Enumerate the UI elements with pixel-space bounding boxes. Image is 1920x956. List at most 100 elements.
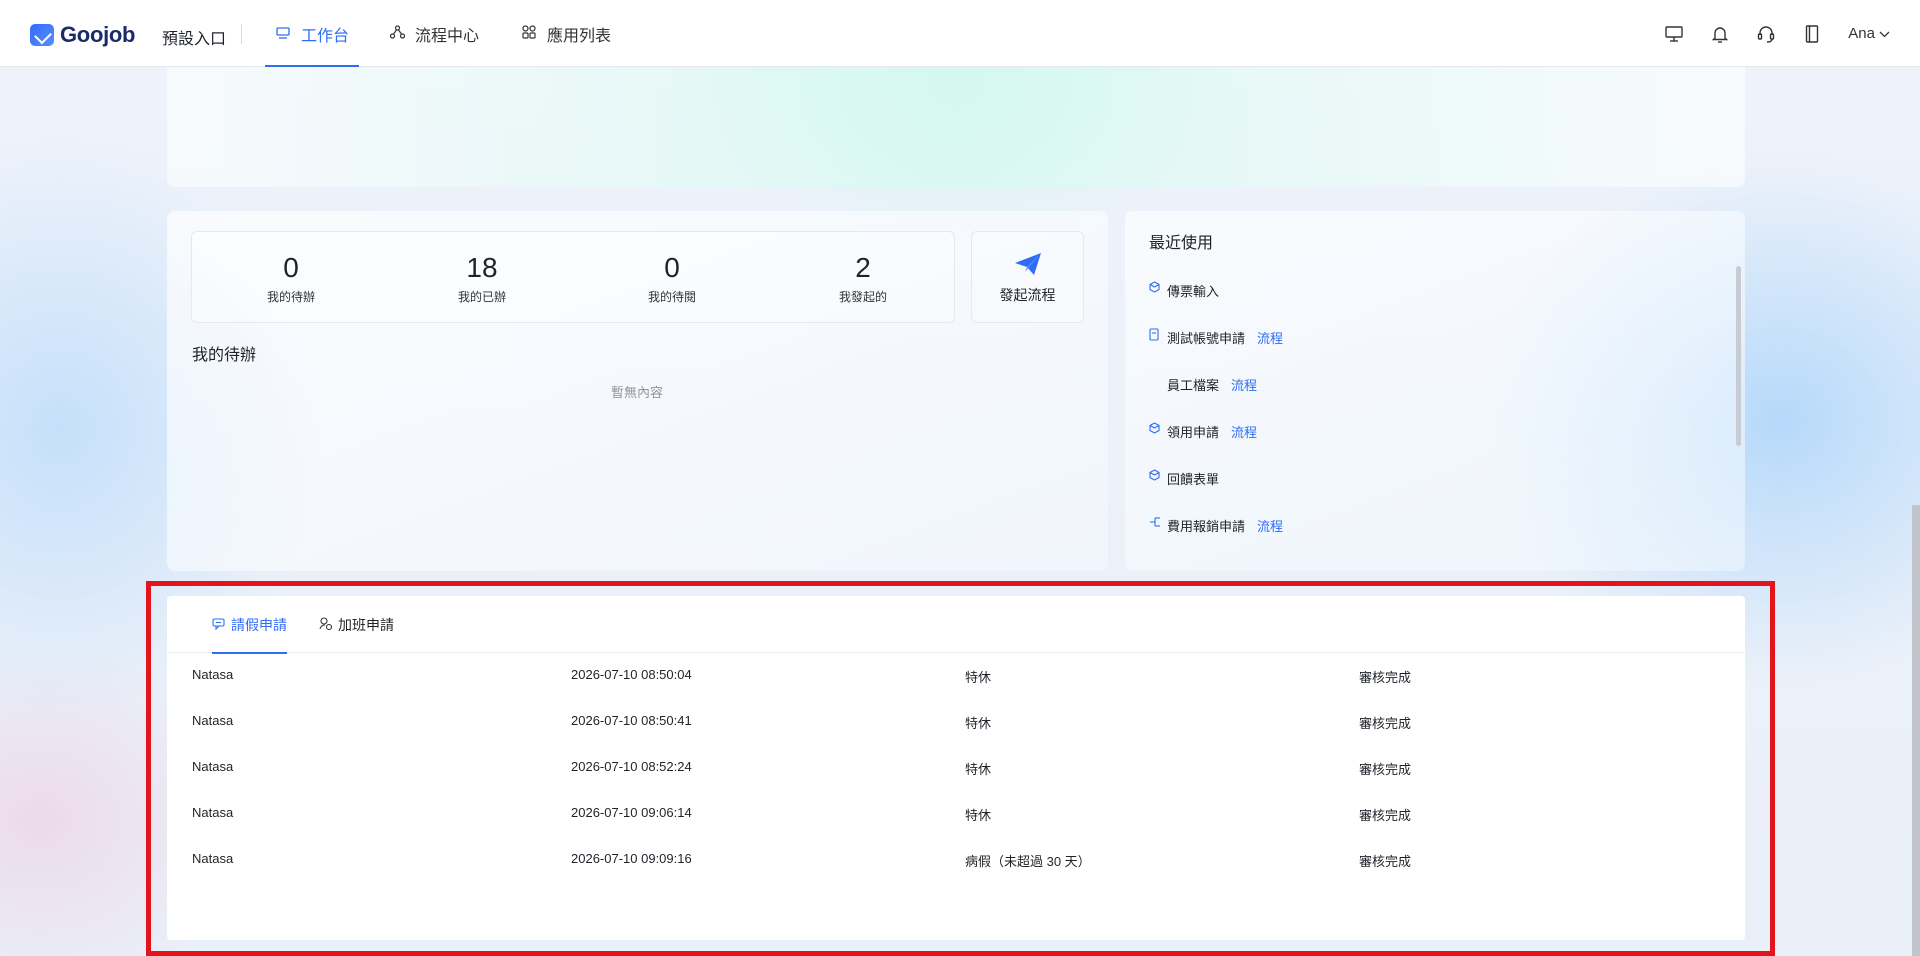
stat-label: 我發起的 <box>838 290 887 304</box>
tab-label: 加班申請 <box>338 616 394 633</box>
todo-title: 我的待辦 <box>192 347 257 364</box>
recent-list: 傳票輸入 測試帳號申請 流程 員工檔案 流程 領用申請 流程 回饋表單 費用報銷… <box>1149 281 1719 563</box>
launch-label: 發起流程 <box>999 287 1056 303</box>
recent-item[interactable]: 傳票輸入 <box>1149 281 1719 328</box>
chevron-down-icon <box>1879 25 1890 42</box>
cell-status: 審核完成 <box>1359 762 1412 777</box>
leave-table-panel: 請假申請 加班申請 Natasa 2026-07-10 08:50:04 特休 … <box>167 596 1745 940</box>
chat-icon <box>212 617 225 633</box>
form-icon <box>1149 328 1161 342</box>
tab-label: 請假申請 <box>231 616 287 633</box>
cell-status: 審核完成 <box>1359 808 1412 823</box>
tab-overtime-request[interactable]: 加班申請 <box>319 596 394 653</box>
recent-item-label: 回饋表單 <box>1167 472 1220 487</box>
stat-my-todo[interactable]: 0 我的待辦 <box>231 252 351 305</box>
stat-label: 我的已辦 <box>457 290 506 304</box>
tree-icon <box>1149 516 1161 530</box>
recent-item-label: 傳票輸入 <box>1167 284 1220 299</box>
recent-card: 最近使用 傳票輸入 測試帳號申請 流程 員工檔案 流程 領用申請 流程 回饋表單… <box>1125 211 1745 571</box>
launch-process-button[interactable]: 發起流程 <box>971 231 1084 323</box>
banner-card <box>167 67 1745 187</box>
recent-item[interactable]: 費用報銷申請 流程 <box>1149 516 1719 563</box>
stat-value: 0 <box>664 252 680 283</box>
tab-leave-request[interactable]: 請假申請 <box>212 596 287 654</box>
table-row[interactable]: Natasa 2026-07-10 09:09:16 病假（未超過 30 天） … <box>167 838 1745 884</box>
logo[interactable]: Goojob <box>30 22 135 48</box>
cell-status: 審核完成 <box>1359 716 1412 731</box>
page-scrollbar[interactable] <box>1912 505 1920 956</box>
grid-icon <box>521 25 537 42</box>
cube-icon <box>1149 469 1161 483</box>
table-rows: Natasa 2026-07-10 08:50:04 特休 審核完成 Natas… <box>167 654 1745 884</box>
cell-time: 2026-07-10 08:50:41 <box>571 713 692 728</box>
cell-name: Natasa <box>192 713 234 728</box>
cell-time: 2026-07-10 09:06:14 <box>571 805 692 820</box>
table-row[interactable]: Natasa 2026-07-10 08:52:24 特休 審核完成 <box>167 746 1745 792</box>
process-tag: 流程 <box>1231 378 1258 393</box>
table-row[interactable]: Natasa 2026-07-10 08:50:41 特休 審核完成 <box>167 700 1745 746</box>
recent-title: 最近使用 <box>1149 235 1214 252</box>
cell-time: 2026-07-10 09:09:16 <box>571 851 692 866</box>
process-tag: 流程 <box>1257 331 1284 346</box>
cell-time: 2026-07-10 08:52:24 <box>571 759 692 774</box>
top-nav-bar: Goojob 預設入口 工作台 流程中心 應用列表 Ana <box>0 0 1920 67</box>
stat-value: 0 <box>283 252 299 283</box>
stat-value: 2 <box>855 252 871 283</box>
stat-my-done[interactable]: 18 我的已辦 <box>422 252 542 305</box>
cell-name: Natasa <box>192 759 234 774</box>
headset-icon[interactable] <box>1756 24 1776 44</box>
cell-type: 病假（未超過 30 天） <box>965 854 1091 869</box>
table-row[interactable]: Natasa 2026-07-10 08:50:04 特休 審核完成 <box>167 654 1745 700</box>
process-tag: 流程 <box>1231 425 1258 440</box>
toolbar-right: Ana <box>1664 0 1890 67</box>
nav-app-list[interactable]: 應用列表 <box>521 0 611 67</box>
cell-time: 2026-07-10 08:50:04 <box>571 667 692 682</box>
stats-summary: 0 我的待辦 18 我的已辦 0 我的待閱 2 我發起的 <box>191 231 955 323</box>
stat-value: 18 <box>466 252 498 283</box>
recent-item-label: 員工檔案 <box>1167 378 1220 393</box>
recent-scrollbar[interactable] <box>1736 266 1741 446</box>
bell-icon[interactable] <box>1710 24 1730 44</box>
user-clock-icon <box>319 616 333 633</box>
recent-item-label: 測試帳號申請 <box>1167 331 1246 346</box>
process-tag: 流程 <box>1257 519 1284 534</box>
recent-item-label: 領用申請 <box>1167 425 1220 440</box>
recent-item[interactable]: 領用申請 流程 <box>1149 422 1719 469</box>
cube-icon <box>1149 281 1161 295</box>
desktop-icon[interactable] <box>1664 24 1684 44</box>
table-row[interactable]: Natasa 2026-07-10 09:06:14 特休 審核完成 <box>167 792 1745 838</box>
recent-item[interactable]: 員工檔案 流程 <box>1149 375 1719 422</box>
stat-label: 我的待閱 <box>647 290 696 304</box>
cell-status: 審核完成 <box>1359 670 1412 685</box>
tab-bar: 請假申請 加班申請 <box>167 596 1745 654</box>
cell-type: 特休 <box>965 808 992 823</box>
nav-process-center[interactable]: 流程中心 <box>389 0 479 67</box>
nav-label: 工作台 <box>300 27 349 45</box>
stat-label: 我的待辦 <box>266 290 315 304</box>
default-entry-button[interactable]: 預設入口 <box>162 25 226 49</box>
flow-icon <box>389 25 405 42</box>
user-name: Ana <box>1848 25 1875 42</box>
user-menu[interactable]: Ana <box>1848 25 1890 42</box>
stat-my-toread[interactable]: 0 我的待閱 <box>612 252 732 305</box>
recent-item[interactable]: 測試帳號申請 流程 <box>1149 328 1719 375</box>
recent-item[interactable]: 回饋表單 <box>1149 469 1719 516</box>
cube-icon <box>1149 422 1161 436</box>
cell-status: 審核完成 <box>1359 854 1412 869</box>
book-icon[interactable] <box>1802 24 1822 44</box>
stats-card: 0 我的待辦 18 我的已辦 0 我的待閱 2 我發起的 發起流程 我的待辦 暫… <box>167 211 1108 571</box>
nav-workbench[interactable]: 工作台 <box>265 0 359 67</box>
cell-name: Natasa <box>192 805 234 820</box>
recent-item-label: 費用報銷申請 <box>1167 519 1246 534</box>
divider <box>241 24 242 44</box>
cell-name: Natasa <box>192 851 234 866</box>
cell-type: 特休 <box>965 762 992 777</box>
stat-my-initiated[interactable]: 2 我發起的 <box>803 252 923 305</box>
logo-icon <box>30 24 54 46</box>
cell-type: 特休 <box>965 670 992 685</box>
empty-text: 暫無內容 <box>611 385 664 400</box>
cell-type: 特休 <box>965 716 992 731</box>
cell-name: Natasa <box>192 667 234 682</box>
paper-plane-icon <box>972 252 1083 281</box>
logo-text: Goojob <box>60 22 136 47</box>
